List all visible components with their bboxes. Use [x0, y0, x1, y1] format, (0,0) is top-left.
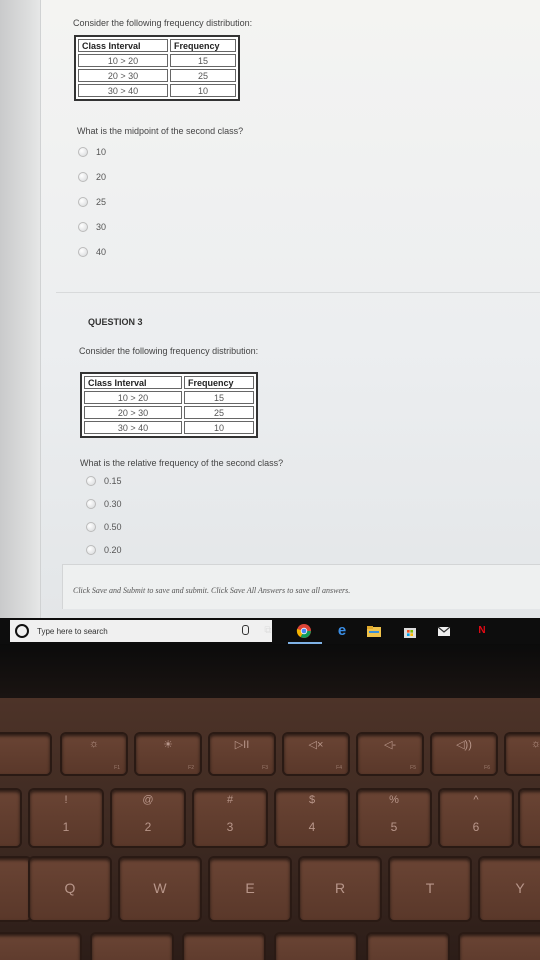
q3-question: What is the relative frequency of the se… [80, 458, 284, 468]
q2-header-class-interval: Class Interval [78, 39, 168, 52]
q3-cell: 20 > 30 [84, 406, 182, 419]
radio-button[interactable] [78, 172, 88, 182]
question-divider [56, 292, 540, 293]
q2-cell: 30 > 40 [78, 84, 168, 97]
content-edge [40, 0, 41, 620]
key-q: Q [30, 858, 110, 920]
radio-button[interactable] [78, 147, 88, 157]
key-1: ! 1 [30, 790, 102, 846]
key-g [460, 934, 540, 960]
q2-cell: 25 [170, 69, 236, 82]
key-w: W [120, 858, 200, 920]
f1-key: ☼ F1 [62, 734, 126, 774]
q3-option[interactable]: 0.30 [86, 498, 122, 510]
key-f [368, 934, 448, 960]
q2-frequency-table: Class Interval Frequency 10 > 20 15 20 >… [74, 35, 240, 101]
key-4: $4 [276, 790, 348, 846]
q2-option-label: 20 [96, 172, 107, 182]
q3-option[interactable]: 0.20 [86, 544, 122, 556]
radio-button[interactable] [86, 522, 96, 532]
taskbar-search-box[interactable]: Type here to search [10, 620, 272, 642]
laptop-bezel [0, 644, 540, 698]
radio-button[interactable] [86, 476, 96, 486]
q2-header-frequency: Frequency [170, 39, 236, 52]
key-3: #3 [194, 790, 266, 846]
key-t: T [390, 858, 470, 920]
q2-option-label: 40 [96, 247, 107, 257]
file-explorer-icon[interactable] [366, 623, 382, 639]
q3-prompt: Consider the following frequency distrib… [79, 346, 259, 356]
cortana-circle-icon[interactable] [15, 624, 29, 638]
q3-frequency-table: Class Interval Frequency 10 > 20 15 20 >… [80, 372, 258, 438]
q2-option[interactable]: 30 [78, 221, 106, 233]
microphone-icon[interactable] [242, 625, 249, 635]
q3-cell: 10 [184, 421, 254, 434]
submit-instructions-box: Click Save and Submit to save and submit… [62, 564, 540, 609]
q3-cell: 15 [184, 391, 254, 404]
q2-cell: 10 [170, 84, 236, 97]
q3-cell: 30 > 40 [84, 421, 182, 434]
f7-key: ☼ [506, 734, 540, 774]
key-a [92, 934, 172, 960]
key-s [184, 934, 264, 960]
radio-button[interactable] [78, 222, 88, 232]
q3-header-class-interval: Class Interval [84, 376, 182, 389]
key-7 [520, 790, 540, 846]
key-d [276, 934, 356, 960]
q2-cell: 10 > 20 [78, 54, 168, 67]
q2-option[interactable]: 20 [78, 171, 106, 183]
q3-heading: QUESTION 3 [88, 317, 143, 327]
key-5: % 5 [358, 790, 430, 846]
radio-button[interactable] [86, 499, 96, 509]
q3-option-label: 0.30 [104, 499, 122, 509]
q2-option[interactable]: 40 [78, 246, 106, 258]
f3-key: ▷II F3 [210, 734, 274, 774]
q2-option-label: 10 [96, 147, 107, 157]
q3-cell: 25 [184, 406, 254, 419]
q2-question: What is the midpoint of the second class… [77, 126, 244, 136]
netflix-icon[interactable]: N [474, 623, 490, 639]
q2-option[interactable]: 10 [78, 146, 106, 158]
q2-cell: 15 [170, 54, 236, 67]
q3-option-label: 0.50 [104, 522, 122, 532]
submit-instructions: Click Save and Submit to save and submit… [73, 586, 351, 595]
key-r: R [300, 858, 380, 920]
q2-option-label: 25 [96, 197, 107, 207]
browser-page: Consider the following frequency distrib… [0, 0, 540, 620]
q3-option-label: 0.20 [104, 545, 122, 555]
f2-key: ☀ F2 [136, 734, 200, 774]
q2-option-label: 30 [96, 222, 107, 232]
key-y: Y [480, 858, 540, 920]
store-icon[interactable] [402, 623, 418, 639]
chrome-icon[interactable] [296, 623, 312, 639]
laptop-keyboard: ☼ F1 ☀ F2 ▷II F3 ◁× F4 ◁- F5 ◁)) F6 ☼ ! 1 @2 #3… [0, 698, 540, 960]
q3-header-frequency: Frequency [184, 376, 254, 389]
esc-key [0, 734, 50, 774]
key-e: E [210, 858, 290, 920]
radio-button[interactable] [78, 197, 88, 207]
q3-option[interactable]: 0.15 [86, 475, 122, 487]
tab-key [0, 858, 30, 920]
radio-button[interactable] [86, 545, 96, 555]
windows-taskbar: Type here to search ⧉ e N [0, 618, 540, 644]
left-margin [0, 0, 40, 620]
f6-key: ◁)) F6 [432, 734, 496, 774]
q3-option[interactable]: 0.50 [86, 521, 122, 533]
q2-option[interactable]: 25 [78, 196, 106, 208]
f5-key: ◁- F5 [358, 734, 422, 774]
mail-icon[interactable] [436, 623, 452, 639]
key-caps [0, 934, 80, 960]
key-2: @2 [112, 790, 184, 846]
q2-prompt: Consider the following frequency distrib… [73, 18, 253, 28]
edge-icon[interactable]: e [334, 623, 350, 639]
backtick-key [0, 790, 20, 846]
radio-button[interactable] [78, 247, 88, 257]
q3-cell: 10 > 20 [84, 391, 182, 404]
q2-cell: 20 > 30 [78, 69, 168, 82]
key-6: ^ 6 [440, 790, 512, 846]
task-view-icon[interactable]: ⧉ [260, 623, 276, 639]
q3-option-label: 0.15 [104, 476, 122, 486]
f4-key: ◁× F4 [284, 734, 348, 774]
search-placeholder: Type here to search [37, 626, 108, 636]
